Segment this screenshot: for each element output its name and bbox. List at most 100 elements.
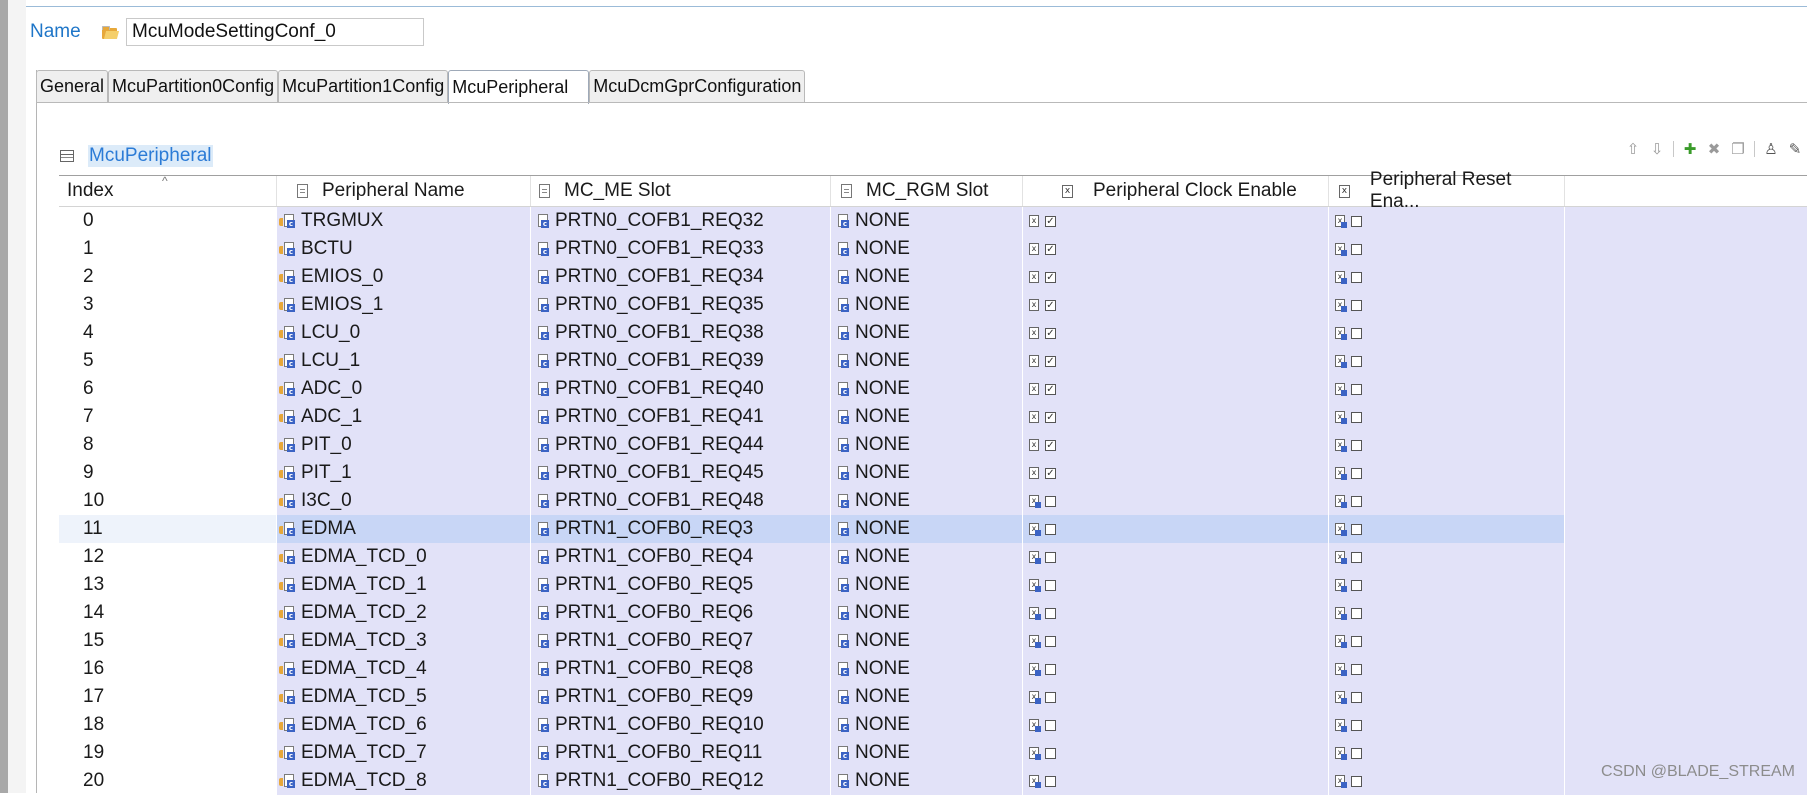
peripheral-clock-enable-cell[interactable]: x ✓ — [1023, 431, 1329, 459]
table-row[interactable]: 11 c EDMA c PRTN1_COFB0_REQ3 c NONE x x — [59, 515, 1807, 543]
checkbox-unchecked[interactable] — [1351, 271, 1362, 283]
checkbox-checked[interactable]: ✓ — [1045, 215, 1056, 227]
checkbox-unchecked[interactable] — [1351, 663, 1362, 675]
peripheral-name-cell[interactable]: c EMIOS_0 — [277, 263, 531, 291]
checkbox-unchecked[interactable] — [1045, 747, 1056, 759]
checkbox-checked[interactable]: ✓ — [1045, 383, 1056, 395]
checkbox-unchecked[interactable] — [1045, 607, 1056, 619]
mc-rgm-slot-cell[interactable]: c NONE — [831, 711, 1023, 739]
peripheral-name-cell[interactable]: c EDMA — [277, 515, 531, 543]
peripheral-name-cell[interactable]: c LCU_0 — [277, 319, 531, 347]
peripheral-clock-enable-cell[interactable]: x — [1023, 487, 1329, 515]
mc-rgm-slot-cell[interactable]: c NONE — [831, 627, 1023, 655]
tab-general[interactable]: General — [36, 70, 109, 102]
checkbox-unchecked[interactable] — [1045, 551, 1056, 563]
peripheral-reset-enable-cell[interactable]: x — [1329, 459, 1565, 487]
table-row[interactable]: 7 c ADC_1 c PRTN0_COFB1_REQ41 c NONE x ✓ x — [59, 403, 1807, 431]
peripheral-clock-enable-cell[interactable]: x — [1023, 543, 1329, 571]
mc-rgm-slot-cell[interactable]: c NONE — [831, 683, 1023, 711]
table-row[interactable]: 13 c EDMA_TCD_1 c PRTN1_COFB0_REQ5 c NONE x x — [59, 571, 1807, 599]
mc-rgm-slot-cell[interactable]: c NONE — [831, 739, 1023, 767]
peripheral-clock-enable-cell[interactable]: x ✓ — [1023, 235, 1329, 263]
peripheral-reset-enable-cell[interactable]: x — [1329, 235, 1565, 263]
checkbox-checked[interactable]: ✓ — [1045, 467, 1056, 479]
checkbox-unchecked[interactable] — [1351, 467, 1362, 479]
mc-rgm-slot-cell[interactable]: c NONE — [831, 459, 1023, 487]
peripheral-reset-enable-cell[interactable]: x — [1329, 711, 1565, 739]
peripheral-reset-enable-cell[interactable]: x — [1329, 515, 1565, 543]
mc-me-slot-cell[interactable]: c PRTN0_COFB1_REQ44 — [531, 431, 831, 459]
peripheral-clock-enable-cell[interactable]: x ✓ — [1023, 291, 1329, 319]
table-row[interactable]: 2 c EMIOS_0 c PRTN0_COFB1_REQ34 c NONE x ✓ x — [59, 263, 1807, 291]
column-header-peripheral-reset-enable[interactable]: x Peripheral Reset Ena... — [1329, 169, 1565, 212]
checkbox-unchecked[interactable] — [1351, 719, 1362, 731]
peripheral-reset-enable-cell[interactable]: x — [1329, 263, 1565, 291]
table-row[interactable]: 14 c EDMA_TCD_2 c PRTN1_COFB0_REQ6 c NONE x x — [59, 599, 1807, 627]
mc-rgm-slot-cell[interactable]: c NONE — [831, 515, 1023, 543]
checkbox-unchecked[interactable] — [1351, 299, 1362, 311]
mc-rgm-slot-cell[interactable]: c NONE — [831, 207, 1023, 235]
peripheral-clock-enable-cell[interactable]: x — [1023, 739, 1329, 767]
peripheral-name-cell[interactable]: c EDMA_TCD_3 — [277, 627, 531, 655]
mc-me-slot-cell[interactable]: c PRTN1_COFB0_REQ7 — [531, 627, 831, 655]
checkbox-unchecked[interactable] — [1351, 607, 1362, 619]
table-row[interactable]: 17 c EDMA_TCD_5 c PRTN1_COFB0_REQ9 c NONE x x — [59, 683, 1807, 711]
column-header-index[interactable]: ^ Index — [59, 174, 277, 206]
mc-me-slot-cell[interactable]: c PRTN0_COFB1_REQ48 — [531, 487, 831, 515]
checkbox-unchecked[interactable] — [1045, 691, 1056, 703]
delete-icon[interactable]: ✖ — [1706, 140, 1722, 158]
peripheral-clock-enable-cell[interactable]: x — [1023, 627, 1329, 655]
checkbox-unchecked[interactable] — [1351, 775, 1362, 787]
mc-me-slot-cell[interactable]: c PRTN1_COFB0_REQ12 — [531, 767, 831, 795]
mc-me-slot-cell[interactable]: c PRTN0_COFB1_REQ34 — [531, 263, 831, 291]
peripheral-reset-enable-cell[interactable]: x — [1329, 599, 1565, 627]
checkbox-unchecked[interactable] — [1045, 495, 1056, 507]
column-header-peripheral-name[interactable]: Peripheral Name — [277, 176, 531, 206]
peripheral-clock-enable-cell[interactable]: x ✓ — [1023, 375, 1329, 403]
table-row[interactable]: 9 c PIT_1 c PRTN0_COFB1_REQ45 c NONE x ✓ x — [59, 459, 1807, 487]
peripheral-reset-enable-cell[interactable]: x — [1329, 655, 1565, 683]
table-row[interactable]: 15 c EDMA_TCD_3 c PRTN1_COFB0_REQ7 c NONE x x — [59, 627, 1807, 655]
checkbox-unchecked[interactable] — [1351, 579, 1362, 591]
mc-me-slot-cell[interactable]: c PRTN1_COFB0_REQ10 — [531, 711, 831, 739]
checkbox-unchecked[interactable] — [1351, 411, 1362, 423]
mc-me-slot-cell[interactable]: c PRTN1_COFB0_REQ6 — [531, 599, 831, 627]
mc-me-slot-cell[interactable]: c PRTN0_COFB1_REQ41 — [531, 403, 831, 431]
checkbox-checked[interactable]: ✓ — [1045, 243, 1056, 255]
peripheral-reset-enable-cell[interactable]: x — [1329, 347, 1565, 375]
peripheral-clock-enable-cell[interactable]: x ✓ — [1023, 263, 1329, 291]
table-row[interactable]: 20 c EDMA_TCD_8 c PRTN1_COFB0_REQ12 c NONE x x — [59, 767, 1807, 795]
mc-me-slot-cell[interactable]: c PRTN1_COFB0_REQ5 — [531, 571, 831, 599]
checkbox-unchecked[interactable] — [1351, 747, 1362, 759]
checkbox-checked[interactable]: ✓ — [1045, 327, 1056, 339]
peripheral-clock-enable-cell[interactable]: x — [1023, 711, 1329, 739]
peripheral-name-cell[interactable]: c ADC_0 — [277, 375, 531, 403]
mc-rgm-slot-cell[interactable]: c NONE — [831, 543, 1023, 571]
table-row[interactable]: 6 c ADC_0 c PRTN0_COFB1_REQ40 c NONE x ✓ x — [59, 375, 1807, 403]
tab-mcu-partition0-config[interactable]: McuPartition0Config — [108, 70, 279, 102]
mc-rgm-slot-cell[interactable]: c NONE — [831, 263, 1023, 291]
checkbox-unchecked[interactable] — [1351, 551, 1362, 563]
move-up-icon[interactable]: ⇧ — [1625, 140, 1641, 158]
peripheral-clock-enable-cell[interactable]: x ✓ — [1023, 347, 1329, 375]
peripheral-reset-enable-cell[interactable]: x — [1329, 319, 1565, 347]
tab-mcu-partition1-config[interactable]: McuPartition1Config — [278, 70, 449, 102]
peripheral-name-cell[interactable]: c EDMA_TCD_5 — [277, 683, 531, 711]
peripheral-clock-enable-cell[interactable]: x — [1023, 655, 1329, 683]
mc-rgm-slot-cell[interactable]: c NONE — [831, 375, 1023, 403]
mc-me-slot-cell[interactable]: c PRTN0_COFB1_REQ32 — [531, 207, 831, 235]
table-row[interactable]: 19 c EDMA_TCD_7 c PRTN1_COFB0_REQ11 c NONE x x — [59, 739, 1807, 767]
mc-me-slot-cell[interactable]: c PRTN1_COFB0_REQ8 — [531, 655, 831, 683]
mc-rgm-slot-cell[interactable]: c NONE — [831, 235, 1023, 263]
table-row[interactable]: 16 c EDMA_TCD_4 c PRTN1_COFB0_REQ8 c NONE x x — [59, 655, 1807, 683]
peripheral-reset-enable-cell[interactable]: x — [1329, 571, 1565, 599]
peripheral-name-cell[interactable]: c ADC_1 — [277, 403, 531, 431]
mc-rgm-slot-cell[interactable]: c NONE — [831, 655, 1023, 683]
checkbox-checked[interactable]: ✓ — [1045, 299, 1056, 311]
tab-mcu-dcm-gpr-configuration[interactable]: McuDcmGprConfiguration — [589, 70, 806, 102]
checkbox-unchecked[interactable] — [1045, 775, 1056, 787]
peripheral-reset-enable-cell[interactable]: x — [1329, 767, 1565, 795]
peripheral-clock-enable-cell[interactable]: x — [1023, 599, 1329, 627]
checkbox-unchecked[interactable] — [1045, 523, 1056, 535]
peripheral-name-cell[interactable]: c BCTU — [277, 235, 531, 263]
